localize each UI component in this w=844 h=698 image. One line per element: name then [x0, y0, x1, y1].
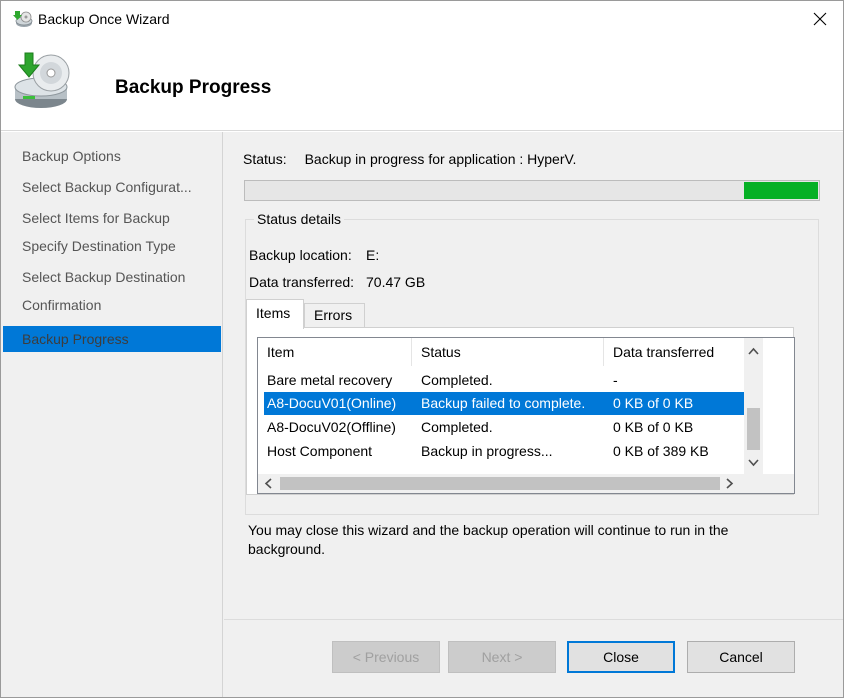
vertical-scrollbar[interactable]	[744, 338, 763, 475]
close-button[interactable]: Close	[567, 641, 675, 673]
progress-fill	[744, 182, 818, 199]
cell-status: Completed.	[421, 372, 493, 388]
window-title: Backup Once Wizard	[38, 11, 170, 27]
cell-item: Host Component	[267, 443, 373, 459]
cell-data: 0 KB of 389 KB	[613, 443, 709, 459]
nav-item-backup-options[interactable]: Backup Options	[3, 143, 221, 169]
close-icon	[813, 12, 827, 26]
nav-item-confirmation[interactable]: Confirmation	[3, 292, 221, 318]
scroll-up-icon[interactable]	[748, 344, 759, 358]
column-header-item[interactable]: Item	[258, 338, 412, 366]
scroll-down-icon[interactable]	[748, 456, 759, 470]
tab-errors[interactable]: Errors	[304, 303, 365, 328]
backup-app-icon	[13, 11, 33, 27]
nav-item-select-items-for-backup[interactable]: Select Items for Backup	[3, 205, 221, 231]
cancel-button[interactable]: Cancel	[687, 641, 795, 673]
column-header-status[interactable]: Status	[412, 338, 604, 366]
wizard-footer: < Previous Next > Close Cancel	[224, 620, 843, 697]
backup-location-value: E:	[366, 247, 380, 263]
page-title: Backup Progress	[115, 77, 272, 98]
items-list-header: Item Status Data transferred	[258, 338, 745, 366]
wizard-step-nav: Backup Options Select Backup Configurat.…	[1, 132, 223, 697]
scroll-right-icon[interactable]	[726, 478, 734, 492]
scroll-left-icon[interactable]	[264, 478, 272, 492]
cell-status: Backup failed to complete.	[421, 395, 586, 411]
cell-item: A8-DocuV02(Offline)	[267, 419, 396, 435]
status-value: Backup in progress for application : Hyp…	[304, 151, 577, 167]
cell-data: -	[613, 372, 618, 388]
next-button[interactable]: Next >	[448, 641, 556, 673]
cell-status: Backup in progress...	[421, 443, 553, 459]
horizontal-scroll-thumb[interactable]	[280, 477, 720, 490]
items-list[interactable]: Item Status Data transferred Bare metal …	[257, 337, 795, 494]
data-transferred-row: Data transferred: 70.47 GB	[249, 274, 425, 290]
nav-item-specify-destination-type[interactable]: Specify Destination Type	[3, 233, 221, 259]
cell-item: A8-DocuV01(Online)	[267, 395, 397, 411]
wizard-header: Backup Progress	[1, 37, 843, 131]
status-line: Status: Backup in progress for applicatio…	[243, 151, 576, 167]
window-close-button[interactable]	[803, 3, 837, 35]
table-row[interactable]: Host Component Backup in progress... 0 K…	[264, 440, 744, 463]
nav-item-backup-progress[interactable]: Backup Progress	[3, 326, 221, 352]
column-header-data-transferred[interactable]: Data transferred	[604, 338, 745, 366]
wizard-content: Status: Backup in progress for applicatio…	[224, 132, 843, 697]
table-row-selected[interactable]: A8-DocuV01(Online) Backup failed to comp…	[264, 392, 744, 415]
status-details-title: Status details	[254, 211, 345, 227]
close-wizard-note: You may close this wizard and the backup…	[248, 522, 729, 557]
backup-disk-icon	[14, 52, 70, 108]
data-transferred-label: Data transferred:	[249, 274, 355, 290]
nav-item-select-backup-destination[interactable]: Select Backup Destination	[3, 264, 221, 290]
previous-button[interactable]: < Previous	[332, 641, 440, 673]
cell-item: Bare metal recovery	[267, 372, 393, 388]
title-bar[interactable]: Backup Once Wizard	[1, 1, 843, 37]
wizard-window: Backup Once Wizard Backup Progress Backu…	[0, 0, 844, 698]
backup-location-label: Backup location:	[249, 247, 352, 263]
status-label: Status:	[243, 151, 287, 167]
cell-data: 0 KB of 0 KB	[613, 419, 694, 435]
cell-data: 0 KB of 0 KB	[613, 395, 694, 411]
nav-item-select-backup-configuration[interactable]: Select Backup Configurat...	[3, 174, 221, 200]
backup-progress-bar	[244, 180, 820, 201]
wizard-body: Backup Options Select Backup Configurat.…	[1, 132, 843, 697]
data-transferred-value: 70.47 GB	[366, 274, 426, 290]
table-row[interactable]: A8-DocuV02(Offline) Completed. 0 KB of 0…	[264, 416, 744, 439]
table-row[interactable]: Bare metal recovery Completed. -	[264, 369, 744, 392]
tab-items[interactable]: Items	[246, 299, 304, 329]
horizontal-scrollbar[interactable]	[258, 474, 744, 493]
vertical-scroll-thumb[interactable]	[747, 408, 760, 450]
backup-location-row: Backup location: E:	[249, 247, 379, 263]
scrollbar-corner	[744, 474, 794, 493]
cell-status: Completed.	[421, 419, 493, 435]
